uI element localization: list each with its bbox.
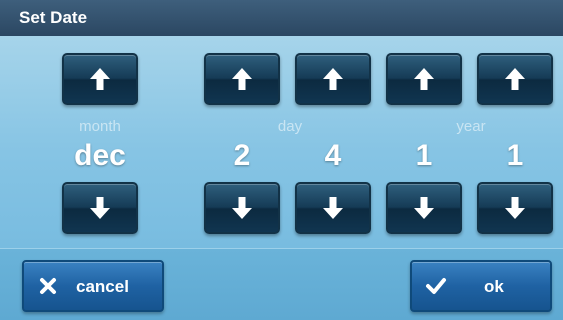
day-tens-up-button[interactable] <box>204 53 280 105</box>
arrow-down-icon <box>323 197 343 219</box>
title-bar: Set Date <box>0 0 563 36</box>
month-label: month <box>79 118 121 135</box>
arrow-up-icon <box>90 68 110 90</box>
cancel-label: cancel <box>76 277 129 296</box>
arrow-down-icon <box>505 197 525 219</box>
ok-label: ok <box>484 277 504 296</box>
day-tens-down-button[interactable] <box>204 182 280 234</box>
checkmark-icon <box>426 278 446 294</box>
cancel-button[interactable]: cancel <box>22 260 164 312</box>
page-title: Set Date <box>19 8 88 27</box>
day-units-digit: 4 <box>324 139 342 172</box>
year-tens-up-button[interactable] <box>386 53 462 105</box>
year-units-digit: 1 <box>506 139 524 172</box>
year-tens-down-button[interactable] <box>386 182 462 234</box>
month-value: dec <box>74 139 126 172</box>
day-units-up-button[interactable] <box>295 53 371 105</box>
day-tens-digit: 2 <box>233 139 251 172</box>
month-down-button[interactable] <box>62 182 138 234</box>
year-label: year <box>456 118 486 135</box>
arrow-up-icon <box>505 68 525 90</box>
ok-button[interactable]: ok <box>410 260 552 312</box>
year-units-down-button[interactable] <box>477 182 553 234</box>
year-units-up-button[interactable] <box>477 53 553 105</box>
day-label: day <box>277 118 303 135</box>
year-tens-digit: 1 <box>415 139 433 172</box>
arrow-up-icon <box>323 68 343 90</box>
arrow-up-icon <box>232 68 252 90</box>
month-up-button[interactable] <box>62 53 138 105</box>
day-units-down-button[interactable] <box>295 182 371 234</box>
x-icon <box>40 278 56 294</box>
arrow-up-icon <box>414 68 434 90</box>
arrow-down-icon <box>414 197 434 219</box>
arrow-down-icon <box>232 197 252 219</box>
arrow-down-icon <box>90 197 110 219</box>
